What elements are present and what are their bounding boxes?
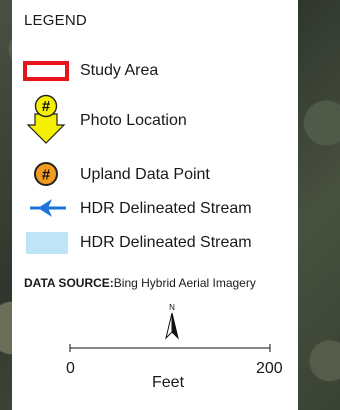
north-arrow-label: N xyxy=(169,303,175,312)
photo-location-arrow-icon: # xyxy=(22,94,72,146)
upland-data-point-symbol-text: # xyxy=(42,167,51,184)
legend-item-upland-data-point: # Upland Data Point xyxy=(12,158,298,192)
scale-tick-0: 0 xyxy=(66,360,75,377)
legend-label-study-area: Study Area xyxy=(80,62,159,79)
legend-label-upland-data-point: Upland Data Point xyxy=(80,166,210,183)
scale-units-label: Feet xyxy=(152,374,185,391)
data-source-line: DATA SOURCE:Bing Hybrid Aerial Imagery xyxy=(24,276,256,290)
legend-item-hdr-stream-polygon: HDR Delineated Stream xyxy=(12,226,298,260)
legend-title: LEGEND xyxy=(24,12,87,29)
data-source-value: Bing Hybrid Aerial Imagery xyxy=(113,276,256,290)
legend-panel: LEGEND Study Area # Photo Location # Upl… xyxy=(12,0,298,410)
north-arrow-icon: N xyxy=(160,302,184,342)
photo-location-symbol-text: # xyxy=(42,98,51,115)
legend-item-photo-location: # Photo Location xyxy=(12,94,298,146)
legend-label-hdr-stream-line: HDR Delineated Stream xyxy=(80,200,252,217)
legend-label-photo-location: Photo Location xyxy=(80,112,187,129)
stream-polygon-swatch-icon xyxy=(22,226,72,260)
legend-item-hdr-stream-line: HDR Delineated Stream xyxy=(12,192,298,226)
data-source-label: DATA SOURCE: xyxy=(24,276,114,290)
stream-flow-arrow-icon xyxy=(22,192,72,226)
legend-label-hdr-stream-polygon: HDR Delineated Stream xyxy=(80,234,252,251)
scale-bar: 0 200 Feet xyxy=(52,340,283,400)
legend-item-study-area: Study Area xyxy=(12,54,298,88)
upland-data-point-icon: # xyxy=(22,158,72,192)
scale-tick-200: 200 xyxy=(256,360,283,377)
study-area-outline-icon xyxy=(22,54,72,88)
